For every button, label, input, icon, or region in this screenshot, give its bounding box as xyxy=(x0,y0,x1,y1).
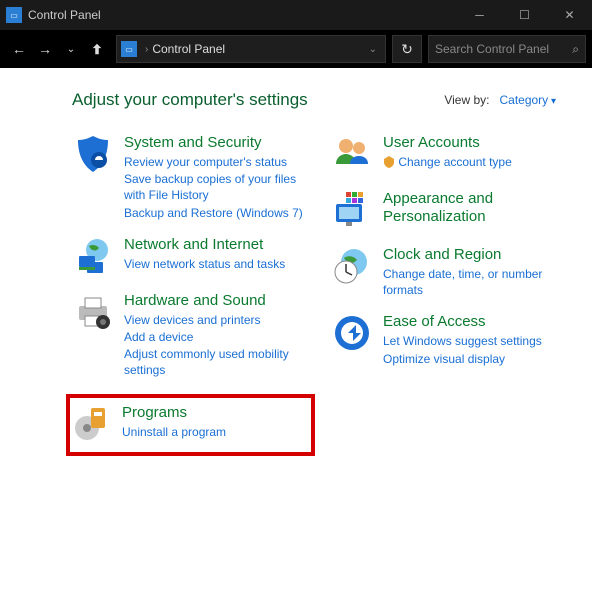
category-system-security: System and Security Review your computer… xyxy=(72,134,315,222)
window-title: Control Panel xyxy=(28,8,101,22)
category-link[interactable]: Uninstall a program xyxy=(122,424,305,440)
breadcrumb-chevron-icon: › xyxy=(145,44,148,55)
category-network-internet: Network and Internet View network status… xyxy=(72,236,315,278)
close-button[interactable]: ✕ xyxy=(547,0,592,30)
category-programs: Programs Uninstall a program xyxy=(70,404,305,446)
monitor-colors-icon xyxy=(331,190,373,232)
address-dropdown-icon[interactable]: ⌄ xyxy=(365,44,381,55)
ease-of-access-icon xyxy=(331,313,373,355)
category-ease-of-access: Ease of Access Let Windows suggest setti… xyxy=(331,313,574,367)
category-link[interactable]: Let Windows suggest settings xyxy=(383,333,574,349)
globe-network-icon xyxy=(72,236,114,278)
refresh-button[interactable]: ↻ xyxy=(392,35,422,63)
category-hardware-sound: Hardware and Sound View devices and prin… xyxy=(72,292,315,380)
back-button[interactable]: ← xyxy=(6,35,32,63)
search-input[interactable]: Search Control Panel ⌕ xyxy=(428,35,586,63)
page-heading: Adjust your computer's settings xyxy=(72,90,308,110)
category-link[interactable]: View network status and tasks xyxy=(124,256,315,272)
category-title[interactable]: Clock and Region xyxy=(383,246,574,264)
address-icon: ▭ xyxy=(121,41,137,57)
category-link[interactable]: Backup and Restore (Windows 7) xyxy=(124,205,315,221)
search-icon: ⌕ xyxy=(572,42,579,57)
control-panel-icon: ▭ xyxy=(6,7,22,23)
category-link[interactable]: Add a device xyxy=(124,329,315,345)
category-link[interactable]: Review your computer's status xyxy=(124,154,315,170)
link-text: Change account type xyxy=(398,155,511,169)
nav-bar: ← → ⌄ ▭ › Control Panel ⌄ ↻ Search Contr… xyxy=(0,30,592,68)
highlighted-category: Programs Uninstall a program xyxy=(66,394,315,456)
category-appearance: Appearance and Personalization xyxy=(331,190,574,232)
viewby-select[interactable]: Category xyxy=(499,93,556,107)
shield-icon xyxy=(72,134,114,176)
category-clock-region: Clock and Region Change date, time, or n… xyxy=(331,246,574,299)
title-bar: ▭ Control Panel ─ ☐ ✕ xyxy=(0,0,592,30)
recent-dropdown[interactable]: ⌄ xyxy=(58,35,84,63)
users-icon xyxy=(331,134,373,176)
category-title[interactable]: Network and Internet xyxy=(124,236,315,254)
forward-button[interactable]: → xyxy=(32,35,58,63)
category-title[interactable]: User Accounts xyxy=(383,134,574,152)
viewby-label: View by: xyxy=(444,93,489,107)
category-title[interactable]: System and Security xyxy=(124,134,315,152)
category-title[interactable]: Appearance and Personalization xyxy=(383,190,574,226)
category-link[interactable]: View devices and printers xyxy=(124,312,315,328)
up-button[interactable] xyxy=(84,35,110,63)
programs-icon xyxy=(70,404,112,446)
maximize-button[interactable]: ☐ xyxy=(502,0,547,30)
category-link[interactable]: Optimize visual display xyxy=(383,351,574,367)
category-title[interactable]: Programs xyxy=(122,404,305,422)
category-link[interactable]: Adjust commonly used mobility settings xyxy=(124,346,315,378)
breadcrumb-location[interactable]: Control Panel xyxy=(152,42,225,56)
content-area: Adjust your computer's settings View by:… xyxy=(0,68,592,456)
category-title[interactable]: Ease of Access xyxy=(383,313,574,331)
category-title[interactable]: Hardware and Sound xyxy=(124,292,315,310)
search-placeholder: Search Control Panel xyxy=(435,42,549,56)
category-user-accounts: User Accounts Change account type xyxy=(331,134,574,176)
category-link[interactable]: Change date, time, or number formats xyxy=(383,266,574,298)
clock-globe-icon xyxy=(331,246,373,288)
printer-icon xyxy=(72,292,114,334)
category-link[interactable]: Save backup copies of your files with Fi… xyxy=(124,171,315,203)
minimize-button[interactable]: ─ xyxy=(457,0,502,30)
address-bar[interactable]: ▭ › Control Panel ⌄ xyxy=(116,35,386,63)
category-link[interactable]: Change account type xyxy=(383,154,574,170)
